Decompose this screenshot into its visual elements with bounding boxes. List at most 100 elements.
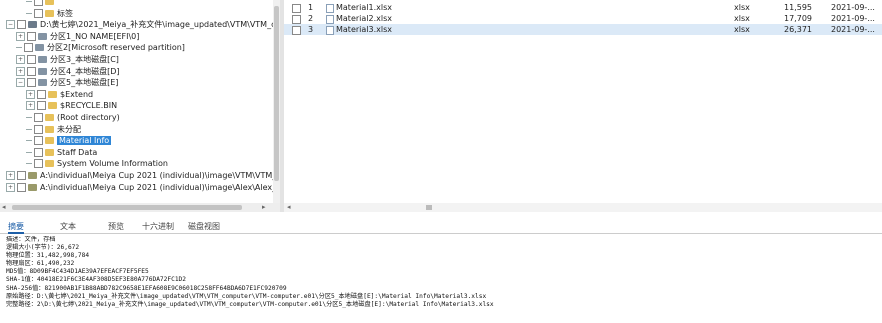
tree-item[interactable]: (Root directory) bbox=[26, 113, 120, 123]
tree-item-label: 分区2[Microsoft reserved partition] bbox=[47, 43, 185, 53]
scroll-left-icon[interactable]: ◂ bbox=[2, 203, 6, 211]
tree-item[interactable]: 标签 bbox=[26, 8, 73, 19]
file-row[interactable]: 3 Material3.xlsx xlsx 26,371 2021-09-... bbox=[284, 24, 882, 35]
summary-sha256: SHA-256值：821900AB1F1B88ABD782C9658E1EFA6… bbox=[6, 284, 287, 292]
tab-text[interactable]: 文本 bbox=[60, 221, 76, 232]
tree-checkbox[interactable] bbox=[24, 43, 33, 53]
partition-icon bbox=[38, 79, 47, 87]
tree-checkbox[interactable] bbox=[27, 55, 36, 64]
tree-checkbox[interactable] bbox=[37, 89, 46, 99]
tree-item[interactable]: + $Extend bbox=[26, 89, 94, 100]
tree-item[interactable]: + $RECYCLE.BIN bbox=[26, 101, 117, 111]
folder-icon bbox=[45, 0, 54, 5]
tree-item[interactable]: − 分区5_本地磁盘[E] bbox=[16, 78, 118, 88]
tree-hscroll-thumb[interactable] bbox=[12, 205, 242, 210]
tree-checkbox[interactable] bbox=[34, 159, 43, 169]
evidence-tree[interactable]: 标签 − D:\黄七婷\2021_Meiya_补充文件\image_updated\… bbox=[0, 0, 280, 203]
folder-icon bbox=[45, 114, 54, 121]
tree-item[interactable]: + 分区1_NO NAME[EFI\0] bbox=[16, 31, 139, 42]
list-horizontal-scrollbar[interactable]: ◂ bbox=[284, 203, 882, 212]
file-icon bbox=[326, 4, 334, 13]
folder-icon bbox=[45, 160, 54, 168]
expand-icon[interactable]: + bbox=[26, 89, 35, 99]
file-checkbox[interactable] bbox=[292, 26, 301, 35]
tree-line-icon bbox=[26, 163, 32, 165]
tree-item[interactable] bbox=[26, 0, 57, 7]
tree-item[interactable]: Staff Data bbox=[26, 147, 97, 158]
file-name: Material3.xlsx bbox=[336, 25, 392, 34]
tree-scroll-thumb[interactable] bbox=[274, 6, 279, 181]
expand-icon[interactable]: + bbox=[6, 182, 15, 192]
tree-vertical-scrollbar[interactable] bbox=[273, 0, 280, 203]
tree-line-icon bbox=[16, 47, 22, 49]
tree-item[interactable]: + A:\individual\Meiya Cup 2021 (individua… bbox=[6, 182, 280, 193]
tree-item[interactable]: System Volume Information bbox=[26, 159, 168, 169]
expand-icon[interactable]: + bbox=[16, 55, 25, 64]
tree-checkbox[interactable] bbox=[17, 20, 26, 30]
collapse-icon[interactable]: − bbox=[16, 78, 25, 88]
tree-line-icon bbox=[26, 151, 32, 153]
tree-horizontal-scrollbar[interactable]: ◂ ▸ bbox=[0, 203, 280, 212]
file-row[interactable]: 1 Material1.xlsx xlsx 11,595 2021-09-... bbox=[284, 2, 882, 13]
tree-checkbox[interactable] bbox=[37, 101, 46, 111]
file-type: xlsx bbox=[734, 25, 750, 34]
expand-icon[interactable]: + bbox=[16, 31, 25, 41]
file-size: 11,595 bbox=[784, 3, 812, 12]
tree-checkbox[interactable] bbox=[17, 171, 26, 180]
file-size: 17,709 bbox=[784, 14, 812, 23]
tree-checkbox[interactable] bbox=[27, 31, 36, 41]
tab-disk-view[interactable]: 磁盘视图 bbox=[188, 221, 220, 232]
folder-icon bbox=[45, 9, 54, 17]
tree-item[interactable]: + A:\individual\Meiya Cup 2021 (individua… bbox=[6, 171, 280, 181]
tree-item[interactable]: + 分区3_本地磁盘[C] bbox=[16, 55, 119, 65]
tree-checkbox[interactable] bbox=[34, 147, 43, 157]
folder-icon bbox=[45, 125, 54, 133]
collapse-icon[interactable]: − bbox=[6, 20, 15, 30]
tab-summary[interactable]: 摘要 bbox=[8, 221, 24, 234]
tree-checkbox[interactable] bbox=[17, 182, 26, 192]
tree-checkbox[interactable] bbox=[34, 113, 43, 122]
tree-checkbox[interactable] bbox=[34, 136, 43, 146]
tree-checkbox[interactable] bbox=[34, 124, 43, 134]
evidence-icon bbox=[28, 183, 37, 191]
tree-checkbox[interactable] bbox=[27, 66, 36, 76]
tree-item-label: System Volume Information bbox=[57, 159, 168, 169]
tab-hex[interactable]: 十六进制 bbox=[142, 221, 174, 232]
tree-line-icon bbox=[26, 12, 32, 14]
file-checkbox[interactable] bbox=[292, 4, 301, 13]
file-list[interactable]: 1 Material1.xlsx xlsx 11,595 2021-09-... 2 Mat… bbox=[284, 0, 882, 203]
tree-item-label: 分区3_本地磁盘[C] bbox=[50, 55, 119, 64]
tree-item-label: $Extend bbox=[60, 89, 94, 99]
expand-icon[interactable]: + bbox=[6, 171, 15, 180]
list-scroll-left-icon[interactable]: ◂ bbox=[287, 203, 291, 211]
tab-preview[interactable]: 预览 bbox=[108, 221, 124, 232]
scroll-right-icon[interactable]: ▸ bbox=[262, 203, 266, 211]
tree-item-label: A:\individual\Meiya Cup 2021 (individual… bbox=[40, 171, 280, 180]
folder-icon bbox=[48, 102, 57, 110]
tree-item[interactable]: 未分配 bbox=[26, 124, 81, 135]
tree-item[interactable]: Material Info bbox=[26, 136, 112, 146]
partition-icon bbox=[38, 67, 47, 75]
tree-item[interactable]: + 分区4_本地磁盘[D] bbox=[16, 66, 120, 77]
tree-item[interactable]: 分区2[Microsoft reserved partition] bbox=[16, 43, 185, 53]
detail-tabs: 摘要 文本 预览 十六进制 磁盘视图 bbox=[0, 219, 882, 234]
file-icon bbox=[326, 15, 334, 24]
tree-checkbox[interactable] bbox=[27, 78, 36, 88]
summary-sha1: SHA-1值：40418E21F6C3E4AF308D5EF3E80A776DA… bbox=[6, 276, 187, 284]
folder-icon bbox=[48, 90, 57, 98]
file-name: Material2.xlsx bbox=[336, 14, 392, 23]
file-checkbox[interactable] bbox=[292, 15, 301, 24]
tree-item[interactable]: − D:\黄七婷\2021_Meiya_补充文件\image_updated\VT… bbox=[6, 20, 280, 30]
folder-icon bbox=[45, 137, 54, 145]
file-summary: 描述：文件，存档 逻辑大小(字节)：26,672 物理位置：31,482,998… bbox=[6, 236, 866, 320]
expand-icon[interactable]: + bbox=[26, 101, 35, 111]
expand-icon[interactable]: + bbox=[16, 66, 25, 76]
partition-icon bbox=[38, 32, 47, 40]
file-name: Material1.xlsx bbox=[336, 3, 392, 12]
file-row[interactable]: 2 Material2.xlsx xlsx 17,709 2021-09-... bbox=[284, 13, 882, 24]
list-hscroll-thumb[interactable] bbox=[426, 205, 432, 210]
tree-checkbox[interactable] bbox=[34, 8, 43, 18]
tree-checkbox[interactable] bbox=[34, 0, 43, 6]
tree-item-label: 分区5_本地磁盘[E] bbox=[50, 78, 119, 88]
summary-full-path: 完整路径：2\D:\黄七婷\2021_Meiya_补充文件\image_upda… bbox=[6, 300, 494, 308]
